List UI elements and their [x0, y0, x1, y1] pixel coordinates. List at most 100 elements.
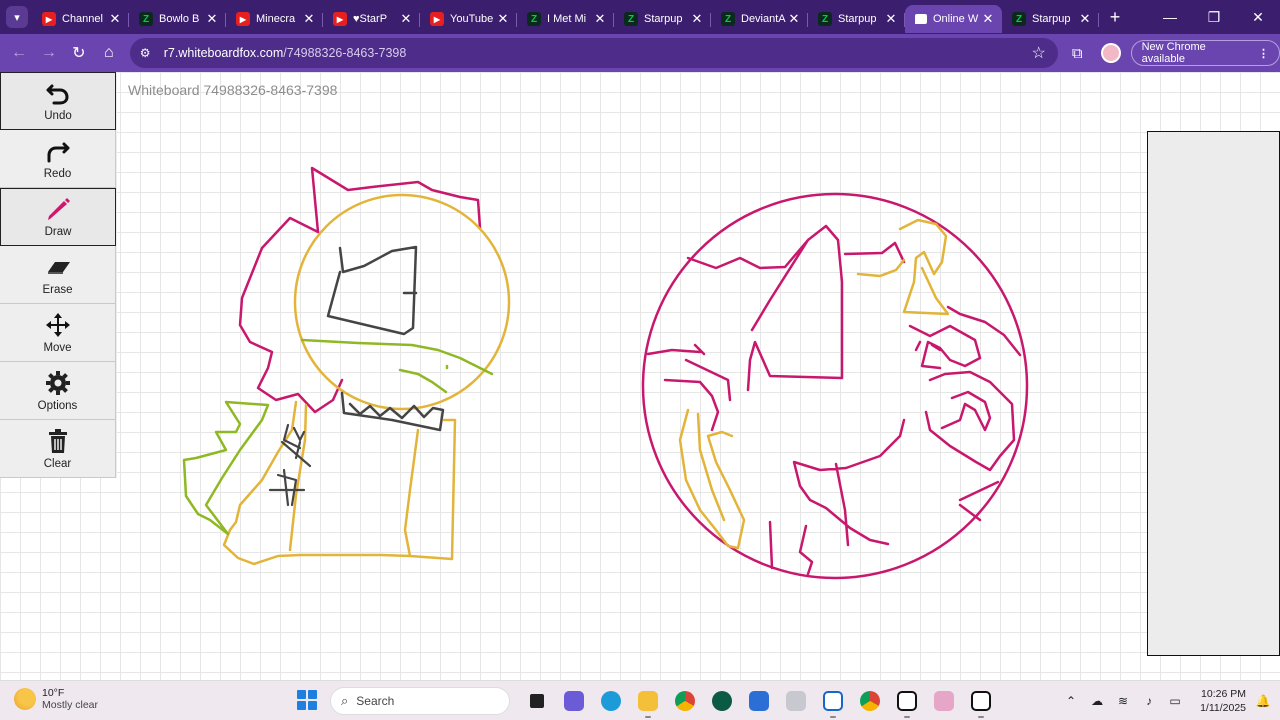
tab-close-icon[interactable]: ✕ — [301, 11, 317, 27]
url-host: r7.whiteboardfox.com — [163, 46, 284, 60]
deviantart-icon: Z — [139, 12, 153, 26]
capcut-icon[interactable] — [890, 687, 924, 718]
restore-icon[interactable]: ❐ — [1192, 0, 1236, 34]
browser-tab[interactable]: ▶ Channel ✕ — [32, 5, 129, 33]
stroke-magenta-globe — [641, 192, 1029, 580]
menu-dots-icon[interactable]: ⋮ — [1258, 47, 1269, 60]
whiteboard-canvas[interactable]: Whiteboard 74988326-8463-7398 Undo Redo … — [0, 72, 1280, 680]
start-button[interactable] — [297, 690, 317, 710]
tab-close-icon[interactable]: ✕ — [1077, 11, 1093, 27]
deviantart-icon: Z — [721, 12, 735, 26]
extensions-icon[interactable]: ⧉ — [1072, 45, 1083, 62]
clear-button[interactable]: Clear — [0, 420, 116, 478]
battery-icon[interactable]: ▭ — [1164, 694, 1186, 708]
tab-title: Channel — [62, 13, 103, 25]
reload-icon[interactable]: ↻ — [64, 38, 94, 68]
chevron-up-icon[interactable]: ⌃ — [1060, 694, 1082, 708]
chrome-profile-icon[interactable] — [853, 687, 887, 715]
anime-app-icon[interactable] — [927, 687, 961, 715]
tab-search-icon[interactable]: ▾ — [6, 6, 28, 28]
browser-tab[interactable]: ▶ YouTube ✕ — [420, 5, 517, 33]
stroke-green-tail — [182, 400, 270, 536]
browser-tab[interactable]: Z Starpup ✕ — [808, 5, 905, 33]
tab-close-icon[interactable]: ✕ — [398, 11, 414, 27]
notification-bell-icon[interactable]: 🔔 — [1254, 694, 1272, 708]
browser-tab[interactable]: Z I Met Mi ✕ — [517, 5, 614, 33]
edge-icon[interactable] — [594, 687, 628, 715]
tab-close-icon[interactable]: ✕ — [107, 11, 123, 27]
deviantart-icon: Z — [818, 12, 832, 26]
undo-label: Undo — [44, 110, 72, 122]
tab-close-icon[interactable]: ✕ — [980, 11, 996, 27]
tab-close-icon[interactable]: ✕ — [883, 11, 899, 27]
wifi-icon[interactable]: ≋ — [1112, 694, 1134, 708]
clear-label: Clear — [43, 457, 72, 470]
browser-tab[interactable]: Z DeviantA ✕ — [711, 5, 808, 33]
task-view-icon[interactable] — [520, 687, 554, 715]
minimize-icon[interactable]: — — [1148, 0, 1192, 34]
move-button[interactable]: Move — [0, 304, 116, 362]
window-controls: — ❐ ✕ — [1148, 0, 1280, 34]
back-icon[interactable]: ← — [4, 38, 34, 68]
clock-date: 1/11/2025 — [1200, 702, 1246, 714]
forward-icon[interactable]: → — [34, 38, 64, 68]
taskbar: 10°F Mostly clear ⌕ Search ⌃ ☁ ≋ ♪ ▭ 10:… — [0, 680, 1280, 720]
bookmark-star-icon[interactable]: ☆ — [1032, 43, 1046, 63]
home-icon[interactable]: ⌂ — [94, 38, 124, 68]
app-icon-blue[interactable] — [816, 687, 850, 718]
browser-tab[interactable]: Z Starpup ✕ — [614, 5, 711, 33]
volume-icon[interactable]: ♪ — [1138, 694, 1160, 708]
options-label: Options — [37, 399, 78, 412]
clock[interactable]: 10:26 PM 1/11/2025 — [1200, 687, 1246, 715]
search-placeholder: Search — [356, 694, 395, 708]
stroke-yellow-right — [678, 218, 950, 550]
tab-close-icon[interactable]: ✕ — [592, 11, 608, 27]
trash-icon — [48, 428, 67, 453]
address-bar[interactable]: ⚙ r7.whiteboardfox.com/74988326-8463-739… — [129, 38, 1058, 68]
eraser-icon — [47, 261, 70, 274]
redo-button[interactable]: Redo — [0, 130, 116, 188]
move-icon — [45, 312, 70, 337]
profile-avatar[interactable] — [1100, 43, 1121, 63]
new-tab-icon[interactable]: + — [1105, 7, 1125, 28]
teams-icon[interactable] — [557, 687, 591, 715]
app-icon-gray[interactable] — [779, 687, 813, 715]
file-explorer-icon[interactable] — [631, 687, 665, 718]
youtube-icon: ▶ — [236, 12, 250, 26]
cloud-icon[interactable]: ☁ — [1086, 694, 1108, 708]
tab-list: ▶ Channel ✕ Z Bowlo B ✕ ▶ Minecra ✕ ▶ ♥StarP ✕ ▶ YouT… — [32, 1, 1099, 33]
undo-button[interactable]: Undo — [0, 72, 116, 130]
update-chrome-button[interactable]: New Chrome available ⋮ — [1130, 40, 1280, 66]
stroke-gray-eye — [326, 245, 418, 336]
deviantart-app-icon[interactable] — [705, 687, 739, 715]
browser-tab[interactable]: ▶ Minecra ✕ — [226, 5, 323, 33]
weather-widget[interactable]: 10°F Mostly clear — [14, 687, 98, 711]
tab-title: Bowlo B — [159, 13, 200, 25]
tab-title: Starpup — [644, 13, 683, 25]
tab-close-icon[interactable]: ✕ — [786, 11, 802, 27]
tab-strip: ▾ ▶ Channel ✕ Z Bowlo B ✕ ▶ Minecra ✕ ▶ ♥StarP ✕ ▶ Yo… — [0, 0, 1280, 34]
store-icon[interactable] — [742, 687, 776, 715]
drawing-strokes — [182, 166, 1029, 580]
erase-label: Erase — [42, 283, 73, 296]
tab-close-icon[interactable]: ✕ — [689, 11, 705, 27]
tab-title: Starpup — [838, 13, 877, 25]
browser-tab[interactable]: Z Starpup ✕ — [1002, 5, 1099, 33]
close-window-icon[interactable]: ✕ — [1236, 0, 1280, 34]
tab-title: Starpup — [1032, 13, 1071, 25]
tab-close-icon[interactable]: ✕ — [204, 11, 220, 27]
options-button[interactable]: Options — [0, 362, 116, 420]
tab-close-icon[interactable]: ✕ — [495, 11, 511, 27]
tab-title: I Met Mi — [547, 13, 587, 25]
erase-button[interactable]: Erase — [0, 246, 116, 304]
browser-tab[interactable]: Online W ✕ — [905, 5, 1002, 33]
weather-temp: 10°F — [42, 687, 65, 699]
capcut-icon-2[interactable] — [964, 687, 998, 718]
chrome-icon[interactable] — [668, 687, 702, 715]
browser-tab[interactable]: Z Bowlo B ✕ — [129, 5, 226, 33]
draw-button[interactable]: Draw — [0, 188, 116, 246]
site-info-icon[interactable]: ⚙ — [140, 46, 156, 60]
browser-tab[interactable]: ▶ ♥StarP ✕ — [323, 5, 420, 33]
taskbar-search[interactable]: ⌕ Search — [330, 687, 510, 715]
redo-icon — [47, 142, 69, 162]
